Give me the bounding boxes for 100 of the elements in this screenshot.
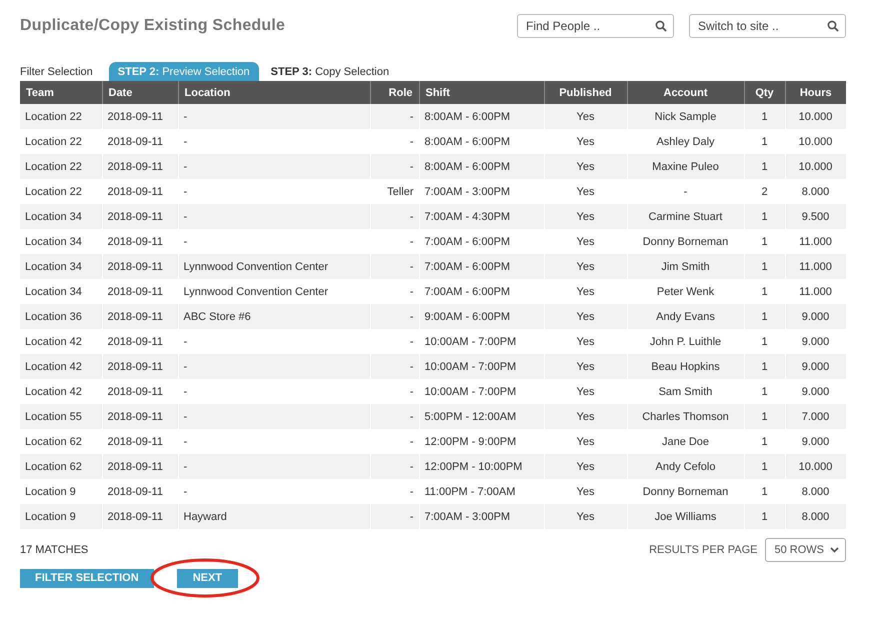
table-cell: -	[370, 204, 419, 229]
table-cell: 11.000	[785, 254, 846, 279]
table-cell: -	[178, 154, 370, 179]
table-cell: Yes	[544, 404, 627, 429]
table-cell: 7:00AM - 6:00PM	[419, 254, 544, 279]
table-cell: Andy Cefolo	[627, 454, 744, 479]
table-cell: -	[370, 404, 419, 429]
table-cell: Location 9	[20, 504, 102, 529]
column-header: Role	[370, 81, 419, 104]
table-cell: 2018-09-11	[102, 354, 178, 379]
table-cell: 8.000	[785, 504, 846, 529]
search-field[interactable]: Switch to site ..	[689, 14, 846, 38]
search-field[interactable]: Find People ..	[517, 14, 674, 38]
rows-per-page-select[interactable]: 50 ROWS	[765, 538, 846, 562]
table-cell: -	[370, 354, 419, 379]
table-cell: 7:00AM - 3:00PM	[419, 504, 544, 529]
table-cell: 1	[744, 204, 785, 229]
table-cell: -	[178, 104, 370, 129]
column-header: Team	[20, 81, 102, 104]
table-cell: 2018-09-11	[102, 404, 178, 429]
table-cell: 1	[744, 154, 785, 179]
column-header: Published	[544, 81, 627, 104]
table-cell: Yes	[544, 254, 627, 279]
step-tab[interactable]: Filter Selection	[20, 63, 101, 81]
table-cell: Jim Smith	[627, 254, 744, 279]
table-cell: 2018-09-11	[102, 254, 178, 279]
table-cell: 2018-09-11	[102, 154, 178, 179]
table-cell: Carmine Stuart	[627, 204, 744, 229]
table-cell: -	[370, 304, 419, 329]
table-cell: -	[178, 454, 370, 479]
table-cell: Location 22	[20, 104, 102, 129]
table-cell: -	[370, 104, 419, 129]
table-cell: Yes	[544, 454, 627, 479]
table-cell: Joe Williams	[627, 504, 744, 529]
column-header: Account	[627, 81, 744, 104]
table-cell: 10.000	[785, 104, 846, 129]
column-header: Location	[178, 81, 370, 104]
table-cell: 9.000	[785, 304, 846, 329]
table-cell: 7:00AM - 4:30PM	[419, 204, 544, 229]
table-cell: Yes	[544, 104, 627, 129]
table-cell: -	[178, 354, 370, 379]
table-cell: 7.000	[785, 404, 846, 429]
table-cell: Yes	[544, 504, 627, 529]
table-cell: Yes	[544, 304, 627, 329]
table-cell: 8:00AM - 6:00PM	[419, 154, 544, 179]
column-header: Hours	[785, 81, 846, 104]
table-cell: 1	[744, 354, 785, 379]
table-cell: Yes	[544, 204, 627, 229]
table-cell: 5:00PM - 12:00AM	[419, 404, 544, 429]
table-cell: 2018-09-11	[102, 204, 178, 229]
table-cell: Location 36	[20, 304, 102, 329]
results-per-page-label: RESULTS PER PAGE	[649, 544, 758, 556]
column-header: Date	[102, 81, 178, 104]
table-cell: -	[370, 504, 419, 529]
table-cell: Location 62	[20, 454, 102, 479]
table-cell: Charles Thomson	[627, 404, 744, 429]
column-header: Qty	[744, 81, 785, 104]
table-cell: Location 34	[20, 204, 102, 229]
step-tab[interactable]: STEP 3: Copy Selection	[270, 63, 398, 81]
table-cell: Maxine Puleo	[627, 154, 744, 179]
table-cell: Location 34	[20, 254, 102, 279]
search-icon	[655, 20, 667, 32]
table-cell: -	[178, 204, 370, 229]
table-cell: Beau Hopkins	[627, 354, 744, 379]
table-cell: Location 55	[20, 404, 102, 429]
table-cell: 1	[744, 304, 785, 329]
table-cell: Andy Evans	[627, 304, 744, 329]
table-cell: 2018-09-11	[102, 504, 178, 529]
table-cell: Lynnwood Convention Center	[178, 254, 370, 279]
table-cell: 12:00PM - 10:00PM	[419, 454, 544, 479]
table-cell: 8:00AM - 6:00PM	[419, 104, 544, 129]
table-cell: Nick Sample	[627, 104, 744, 129]
table-cell: 9.000	[785, 354, 846, 379]
table-cell: -	[370, 154, 419, 179]
table-cell: 2018-09-11	[102, 454, 178, 479]
table-cell: 10.000	[785, 154, 846, 179]
table-cell: -	[178, 404, 370, 429]
table-cell: 1	[744, 454, 785, 479]
chevron-icon	[830, 547, 839, 553]
table-cell: ABC Store #6	[178, 304, 370, 329]
table-cell: Location 42	[20, 354, 102, 379]
table-cell: 1	[744, 504, 785, 529]
table-cell: Hayward	[178, 504, 370, 529]
table-cell: 1	[744, 254, 785, 279]
table-cell: 2018-09-11	[102, 104, 178, 129]
table-cell: Yes	[544, 354, 627, 379]
match-count: 17 MATCHES	[20, 544, 88, 556]
table-cell: -	[370, 254, 419, 279]
table-cell: Yes	[544, 154, 627, 179]
table-cell: 2018-09-11	[102, 304, 178, 329]
table-cell: 9:00AM - 6:00PM	[419, 304, 544, 329]
table-cell: 1	[744, 404, 785, 429]
table-cell: 10.000	[785, 454, 846, 479]
table-cell: Location 22	[20, 154, 102, 179]
table-cell: 1	[744, 104, 785, 129]
table-cell: -	[370, 454, 419, 479]
column-header: Shift	[419, 81, 544, 104]
page-title: Duplicate/Copy Existing Schedule	[20, 17, 286, 35]
search-icon	[827, 20, 839, 32]
table-cell: 10:00AM - 7:00PM	[419, 354, 544, 379]
